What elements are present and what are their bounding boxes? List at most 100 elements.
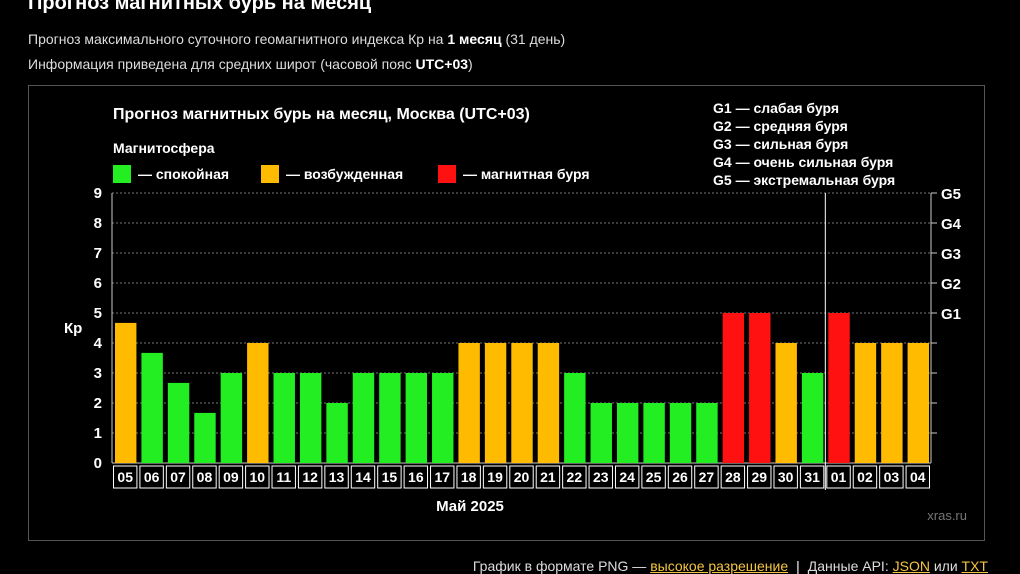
bar-27	[696, 403, 718, 463]
x-tick-10: 10	[250, 469, 266, 485]
bar-06	[141, 352, 163, 463]
x-tick-14: 14	[355, 469, 371, 485]
bar-09	[220, 373, 243, 463]
forecast-description: Прогноз максимального суточного геомагни…	[28, 31, 565, 47]
bar-15	[379, 373, 401, 463]
bar-24	[616, 403, 639, 463]
x-tick-28: 28	[725, 469, 741, 485]
x-tick-26: 26	[672, 469, 688, 485]
x-axis-label: Май 2025	[436, 498, 504, 515]
x-tick-18: 18	[461, 469, 477, 485]
watermark: xras.ru	[927, 508, 967, 523]
bar-07	[167, 382, 190, 463]
legend-swatch-2	[438, 165, 456, 183]
x-tick-01: 01	[831, 469, 847, 485]
bar-21	[537, 343, 560, 463]
legend-label-0: — спокойная	[138, 166, 229, 182]
legend-title: Магнитосфера	[113, 140, 215, 156]
legend-label-2: — магнитная буря	[463, 166, 590, 182]
storm-level-4: G4 — очень сильная буря	[713, 154, 893, 170]
x-tick-31: 31	[804, 469, 820, 485]
bar-23	[590, 403, 612, 463]
bar-28	[722, 313, 745, 463]
bar-26	[669, 403, 692, 463]
bar-02	[854, 343, 877, 463]
bar-17	[432, 373, 454, 463]
x-tick-29: 29	[751, 469, 767, 485]
bar-10	[247, 343, 269, 463]
x-tick-23: 23	[593, 469, 609, 485]
x-tick-05: 05	[117, 469, 133, 485]
right-tick-G4: G4	[941, 216, 962, 233]
y-tick-3: 3	[94, 365, 102, 382]
bars	[115, 313, 929, 463]
y-tick-8: 8	[94, 215, 102, 232]
y-tick-9: 9	[94, 185, 102, 202]
legend-label-1: — возбужденная	[286, 166, 403, 182]
x-tick-25: 25	[646, 469, 662, 485]
info1-bold: 1 месяц	[447, 31, 502, 47]
legend: — спокойная — возбужденная — магнитная бур…	[113, 165, 590, 183]
bar-05	[115, 322, 137, 463]
latitude-info: Информация приведена для средних широт (…	[28, 56, 473, 72]
high-res-link[interactable]: высокое разрешение	[650, 558, 788, 574]
bar-16	[405, 373, 428, 463]
x-tick-24: 24	[619, 469, 635, 485]
info2-prefix: Информация приведена для средних широт (…	[28, 56, 416, 72]
txt-link[interactable]: TXT	[962, 558, 988, 574]
or-text: или	[929, 558, 962, 574]
y-axis-label: Кр	[64, 320, 82, 337]
bar-08	[194, 412, 216, 463]
x-tick-04: 04	[910, 469, 926, 485]
x-tick-08: 08	[197, 469, 213, 485]
bar-19	[484, 343, 507, 463]
bar-03	[881, 343, 903, 463]
y-tick-2: 2	[94, 395, 102, 412]
bar-22	[564, 373, 586, 463]
bar-20	[511, 343, 533, 463]
x-tick-09: 09	[223, 469, 239, 485]
json-link[interactable]: JSON	[893, 558, 930, 574]
x-tick-19: 19	[487, 469, 503, 485]
storm-level-legend: G1 — слабая буря G2 — средняя буря G3 — си…	[713, 100, 895, 188]
bar-31	[801, 373, 824, 463]
bar-12	[299, 373, 322, 463]
x-tick-21: 21	[540, 469, 556, 485]
x-tick-11: 11	[276, 469, 291, 485]
info2-bold: UTC+03	[415, 56, 469, 72]
bar-18	[458, 343, 480, 463]
x-tick-12: 12	[302, 469, 318, 485]
right-tick-G5: G5	[941, 186, 961, 203]
x-tick-13: 13	[329, 469, 345, 485]
x-tick-03: 03	[884, 469, 900, 485]
x-tick-22: 22	[567, 469, 583, 485]
y-tick-1: 1	[94, 425, 102, 442]
bar-11	[273, 373, 295, 463]
storm-level-3: G3 — сильная буря	[713, 136, 848, 152]
right-tick-G2: G2	[941, 276, 961, 293]
info1-prefix: Прогноз максимального суточного геомагни…	[28, 31, 448, 47]
x-tick-17: 17	[434, 469, 450, 485]
kp-forecast-chart: Прогноз магнитных бурь на месяц, Москва …	[64, 100, 967, 523]
y-tick-5: 5	[94, 305, 102, 322]
api-text: Данные API:	[807, 558, 893, 574]
legend-swatch-1	[261, 165, 279, 183]
bar-13	[326, 403, 348, 463]
info2-suffix: )	[468, 56, 473, 72]
y-tick-4: 4	[94, 335, 103, 352]
footer: График в формате PNG — высокое разрешени…	[473, 558, 988, 574]
bar-25	[643, 403, 665, 463]
bar-01	[828, 313, 850, 463]
png-text: График в формате PNG —	[472, 558, 651, 574]
x-axis-ticks: 05 06 07 08 09 10 11 12 13 14 15 16 17 18 19 20 21 22 23 24…	[113, 465, 930, 489]
info1-suffix: (31 день)	[501, 31, 566, 47]
storm-level-5: G5 — экстремальная буря	[713, 172, 895, 188]
bar-30	[775, 343, 797, 463]
chart-container: Прогноз магнитных бурь на месяц, Москва …	[28, 85, 985, 541]
bar-04	[907, 343, 929, 463]
x-tick-20: 20	[514, 469, 530, 485]
storm-level-2: G2 — средняя буря	[713, 118, 848, 134]
x-tick-30: 30	[778, 469, 794, 485]
x-tick-06: 06	[144, 469, 160, 485]
legend-swatch-0	[113, 165, 131, 183]
